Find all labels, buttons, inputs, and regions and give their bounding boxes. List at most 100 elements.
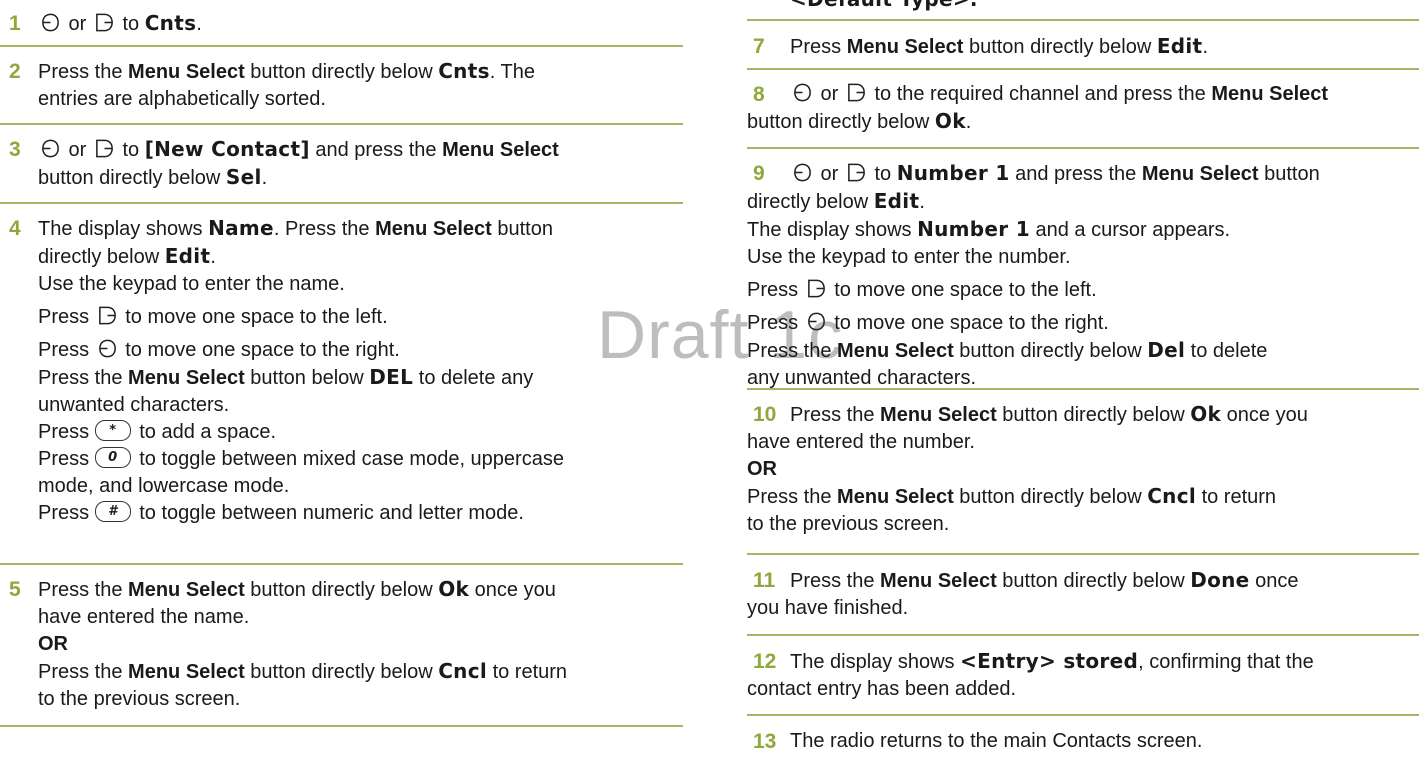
menu-select-label: Menu Select (1141, 163, 1259, 185)
step-number: 12 (753, 650, 777, 673)
nav-right-icon (846, 82, 867, 103)
text: button directly below (244, 61, 439, 83)
step-number: 3 (9, 138, 21, 161)
display-text: Edit (1156, 34, 1203, 58)
text: Press the (790, 570, 881, 592)
step-number: 9 (753, 162, 765, 185)
text: to the required channel and press the (868, 83, 1212, 105)
menu-select-label: Menu Select (880, 404, 997, 426)
text: directly below (747, 191, 874, 213)
step-number: 13 (753, 730, 777, 753)
display-text: Name (208, 216, 274, 240)
text: Press the (38, 367, 129, 389)
text: to move one space to the left. (828, 279, 1097, 301)
text: and press the (1009, 163, 1142, 185)
text: Press (38, 339, 95, 361)
text: Press the (38, 61, 129, 83)
text: or (63, 13, 92, 35)
display-text: DEL (369, 365, 414, 389)
menu-select-label: Menu Select (128, 367, 245, 389)
text: button directly below (244, 661, 439, 683)
text: Press (790, 36, 847, 58)
text: to toggle between numeric and letter mod… (133, 502, 524, 524)
text: . The (489, 61, 535, 83)
nav-left-icon (792, 82, 813, 103)
text: to move one space to the left. (119, 306, 388, 328)
text: to return (1196, 486, 1277, 508)
text: The display shows (38, 218, 209, 240)
text: . (919, 191, 925, 213)
text: to the previous screen. (38, 688, 241, 710)
text: to (868, 163, 897, 185)
step-7: 7 Press Menu Select button directly belo… (747, 21, 1419, 70)
text: to the previous screen. (747, 513, 950, 535)
text: , confirming that the (1138, 651, 1314, 673)
text: or (63, 139, 92, 161)
text: once (1249, 570, 1299, 592)
text: button directly below (953, 486, 1148, 508)
text: to (116, 139, 145, 161)
text: Press (38, 502, 95, 524)
step-4: 4 The display shows Name. Press the Menu… (0, 204, 683, 565)
step-9: 9 or to Number 1 and press the Menu Sele… (747, 149, 1419, 390)
step-10: 10 Press the Menu Select button directly… (747, 390, 1419, 555)
text: . (196, 13, 202, 35)
display-text: <Default Type>. (790, 0, 1419, 13)
display-text: <Entry> stored (960, 649, 1139, 673)
nav-right-icon (94, 138, 115, 159)
text: Press (747, 312, 804, 334)
text: to move one space to the right. (828, 312, 1109, 334)
text: . Press the (273, 218, 376, 240)
step-number: 10 (753, 403, 777, 426)
step-1: 1 or to Cnts. (0, 0, 683, 47)
display-text: Number 1 (896, 161, 1010, 185)
step-number: 11 (753, 569, 776, 592)
display-text: Cnts (438, 59, 490, 83)
display-text: Edit (164, 244, 211, 268)
menu-select-label: Menu Select (1211, 83, 1329, 105)
text: Press the (747, 340, 838, 362)
text: button directly below (996, 570, 1191, 592)
text: and press the (309, 139, 443, 161)
display-text: Ok (934, 109, 966, 133)
display-text: Cncl (1147, 484, 1197, 508)
text: and a cursor appears. (1029, 219, 1231, 241)
text: Press the (747, 486, 838, 508)
menu-select-label: Menu Select (128, 579, 245, 601)
text: to delete any (413, 367, 534, 389)
text: once you (469, 579, 556, 601)
nav-right-icon (806, 278, 827, 299)
nav-left-icon (792, 162, 813, 183)
step-number: 1 (9, 12, 21, 35)
text: to delete (1185, 340, 1268, 362)
display-text: Cnts (144, 11, 197, 35)
nav-left-icon (40, 138, 61, 159)
nav-right-icon (846, 162, 867, 183)
text: unwanted characters. (38, 394, 230, 416)
text: to toggle between mixed case mode, upper… (133, 448, 564, 470)
text: button below (244, 367, 370, 389)
step-number: 4 (9, 217, 21, 240)
text: or (815, 163, 844, 185)
step-11: 11 Press the Menu Select button directly… (747, 555, 1419, 636)
text: Press (38, 306, 95, 328)
text: Press (38, 448, 95, 470)
step-8: 8 or to the required channel and press t… (747, 70, 1419, 149)
menu-select-label: Menu Select (128, 61, 245, 83)
text: The radio returns to the main Contacts s… (790, 730, 1203, 752)
text: Press (38, 421, 95, 443)
display-text: Sel (225, 165, 262, 189)
text: any unwanted characters. (747, 367, 977, 389)
text: Press the (38, 579, 129, 601)
step-13: 13 The radio returns to the main Contact… (747, 716, 1419, 766)
nav-right-icon (97, 305, 118, 326)
text: Use the keypad to enter the name. (38, 273, 345, 295)
text: button directly below (963, 36, 1157, 58)
menu-select-label: Menu Select (128, 661, 245, 683)
text: entries are alphabetically sorted. (38, 88, 326, 110)
text: Use the keypad to enter the number. (747, 246, 1071, 268)
text: you have finished. (747, 597, 909, 619)
text: button directly below (244, 579, 439, 601)
display-text: Ok (438, 577, 470, 601)
text: to (116, 13, 145, 35)
